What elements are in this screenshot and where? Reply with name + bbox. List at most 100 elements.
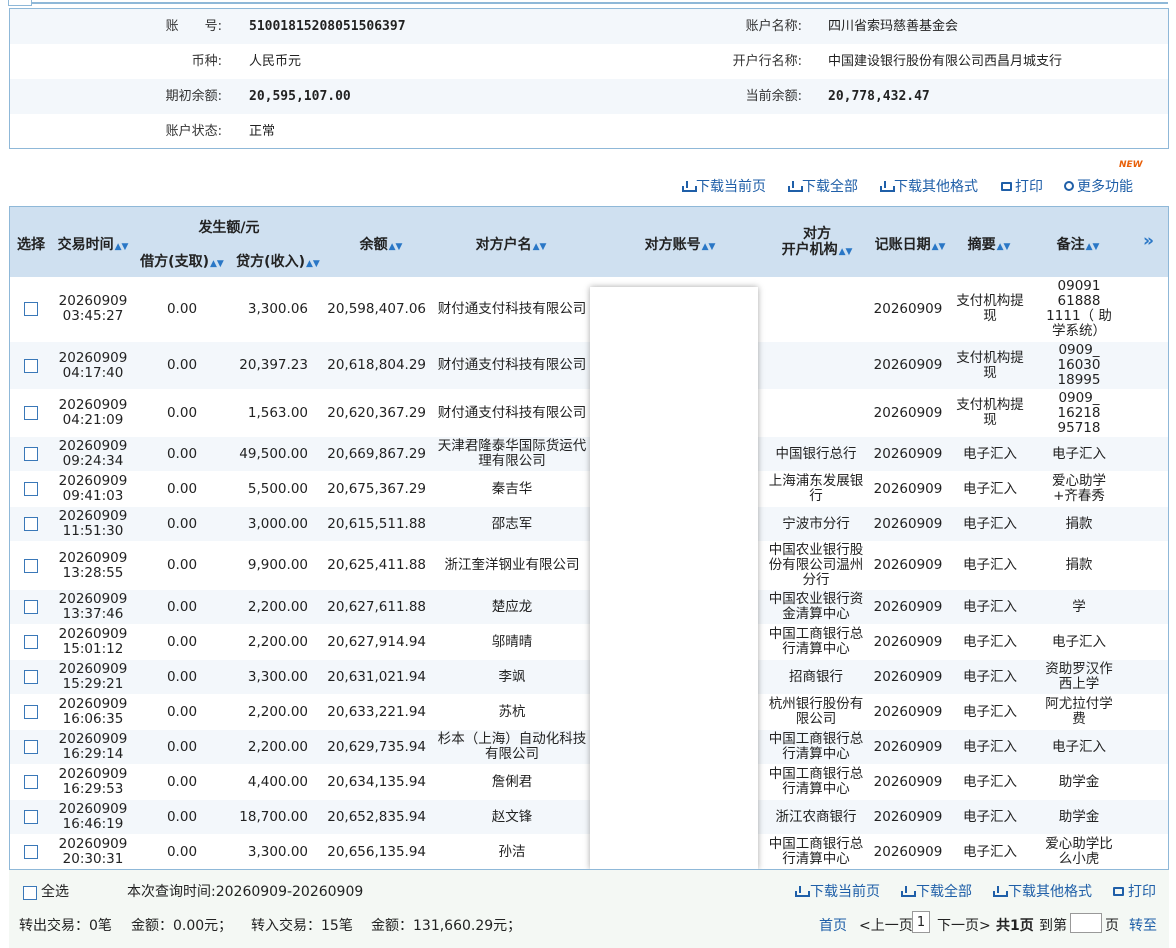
cell-balance: 20,669,867.29 <box>310 437 426 471</box>
select-all-control[interactable]: 全选 <box>23 881 69 901</box>
more-functions-button[interactable]: 更多功能 <box>1064 176 1133 196</box>
header-counterparty-name[interactable]: 对方户名▲▼ <box>436 234 586 254</box>
cell-time-text: 20260909 09:41:03 <box>59 474 128 504</box>
cell-time: 20260909 13:28:55 <box>54 542 132 589</box>
table-row: 20260909 16:29:53 0.00 4,400.00 20,634,135.9… <box>10 765 1168 800</box>
cell-cb <box>10 695 52 729</box>
select-all-checkbox[interactable] <box>23 886 37 900</box>
cell-bank-text: 中国银行总行 <box>775 445 857 462</box>
table-row: 20260909 03:45:27 0.00 3,300.06 20,598,407.0… <box>10 277 1168 342</box>
cell-note-text: 电子汇入 <box>1052 445 1106 462</box>
current-balance-label: 当前余额: <box>745 89 802 104</box>
footer-download-page-button[interactable]: 下载当前页 <box>795 881 880 901</box>
account-info-panel: 账 号: 51001815208051506397 账户名称: 四川省索玛慈善基… <box>9 8 1169 149</box>
download-other-button[interactable]: 下载其他格式 <box>880 176 978 196</box>
header-summary[interactable]: 摘要▲▼ <box>954 234 1024 254</box>
cell-date-text: 20260909 <box>58 438 128 454</box>
row-checkbox[interactable] <box>24 705 38 719</box>
row-checkbox[interactable] <box>24 447 38 461</box>
cell-balance-text: 20,675,367.29 <box>327 480 426 497</box>
cell-time-text: 20260909 16:29:53 <box>59 767 128 797</box>
cell-name-text: 邬晴晴 <box>491 633 533 650</box>
cell-post-text: 20260909 <box>873 633 943 650</box>
header-debit[interactable]: 借方(支取)▲▼ <box>134 251 230 271</box>
cell-bank-text: 宁波市分行 <box>782 515 850 532</box>
print-button[interactable]: 打印 <box>1001 176 1043 196</box>
footer-download-other-button[interactable]: 下载其他格式 <box>993 881 1092 901</box>
goto-button[interactable]: 转至 <box>1129 915 1157 935</box>
cell-debit-text: 0.00 <box>166 557 198 573</box>
cell-time-text: 20260909 09:24:34 <box>59 439 128 469</box>
cell-note: 学 <box>1040 590 1118 624</box>
cell-time: 20260909 03:45:27 <box>54 277 132 341</box>
cell-bank-text: 招商银行 <box>789 668 843 685</box>
cell-bank: 中国银行总行 <box>764 437 868 471</box>
goto-page-field[interactable] <box>1070 913 1102 933</box>
cell-cb <box>10 277 52 341</box>
footer-download-all-button[interactable]: 下载全部 <box>901 881 972 901</box>
cell-debit: 0.00 <box>134 437 230 471</box>
cell-debit: 0.00 <box>134 590 230 624</box>
footer-download-other-label: 下载其他格式 <box>1008 884 1092 900</box>
cell-time: 20260909 16:29:14 <box>54 730 132 764</box>
cell-summary-text: 电子汇入 <box>963 598 1017 615</box>
row-checkbox[interactable] <box>24 517 38 531</box>
cell-post: 20260909 <box>874 835 943 869</box>
row-checkbox[interactable] <box>24 600 38 614</box>
header-balance[interactable]: 余额▲▼ <box>328 234 434 254</box>
header-counterparty-bank[interactable]: 对方 开户机构▲▼ <box>764 226 870 260</box>
download-page-button[interactable]: 下载当前页 <box>682 176 766 196</box>
query-time: 本次查询时间:20260909-20260909 <box>127 884 364 900</box>
cell-post-text: 20260909 <box>873 668 943 685</box>
row-checkbox[interactable] <box>24 358 38 373</box>
row-checkbox[interactable] <box>24 670 38 684</box>
goto-page-input[interactable] <box>1070 913 1102 933</box>
header-credit[interactable]: 贷方(收入)▲▼ <box>232 251 324 271</box>
header-note[interactable]: 备注▲▼ <box>1040 234 1116 254</box>
cell-note: 09091 61888 1111（ 助学系统） <box>1040 277 1118 341</box>
cell-note: 助学金 <box>1040 765 1118 799</box>
row-checkbox[interactable] <box>24 302 38 316</box>
new-badge: NEW <box>1119 160 1143 170</box>
cell-bank-text: 上海浦东发展银行 <box>768 473 864 504</box>
cell-cb <box>10 542 52 589</box>
header-post-date[interactable]: 记账日期▲▼ <box>874 234 946 254</box>
row-checkbox[interactable] <box>24 482 38 496</box>
cell-credit-text: 4,400.00 <box>247 773 308 790</box>
cell-cb <box>10 835 52 869</box>
cell-name-text: 邵志军 <box>491 515 533 532</box>
cell-post: 20260909 <box>874 472 943 506</box>
row-checkbox[interactable] <box>24 558 38 573</box>
out-transactions: 转出交易：0笔 <box>19 918 112 934</box>
row-checkbox[interactable] <box>24 406 38 420</box>
cell-note-text: 0909_ 16218 95718 <box>1057 389 1101 436</box>
header-time[interactable]: 交易时间▲▼ <box>54 234 132 254</box>
cell-time: 20260909 09:24:34 <box>54 437 132 471</box>
cell-bank-text: 中国工商银行总行清算中心 <box>768 836 864 867</box>
prev-page-link[interactable]: <上一页 <box>859 915 913 935</box>
download-icon <box>901 885 916 897</box>
footer-print-button[interactable]: 打印 <box>1113 881 1156 901</box>
cell-bank <box>764 390 868 436</box>
cell-time-text: 04:17:40 <box>62 364 124 381</box>
header-counterparty-account[interactable]: 对方账号▲▼ <box>600 234 760 254</box>
top-tab[interactable] <box>8 0 32 6</box>
row-checkbox[interactable] <box>24 635 38 649</box>
expand-columns-icon[interactable]: » <box>1143 231 1154 251</box>
row-checkbox[interactable] <box>24 810 38 824</box>
row-checkbox[interactable] <box>24 775 38 789</box>
cell-cb <box>10 660 52 694</box>
row-checkbox[interactable] <box>24 845 38 859</box>
table-row: 20260909 20:30:31 0.00 3,300.00 20,656,135.9… <box>10 835 1168 869</box>
footer-print-label: 打印 <box>1128 884 1156 900</box>
cell-bank: 中国农业银行股份有限公司温州分行 <box>764 542 868 589</box>
cell-name: 詹俐君 <box>436 765 588 799</box>
cell-name-text: 财付通支付科技有限公司 <box>437 357 587 373</box>
cell-balance-text: 20,631,021.94 <box>327 668 426 685</box>
first-page-link[interactable]: 首页 <box>819 915 847 935</box>
next-page-link[interactable]: 下一页> <box>937 915 991 935</box>
row-checkbox[interactable] <box>24 740 38 754</box>
download-all-button[interactable]: 下载全部 <box>788 176 858 196</box>
cell-name-text: 詹俐君 <box>491 773 533 790</box>
cell-credit: 2,200.00 <box>232 730 308 764</box>
